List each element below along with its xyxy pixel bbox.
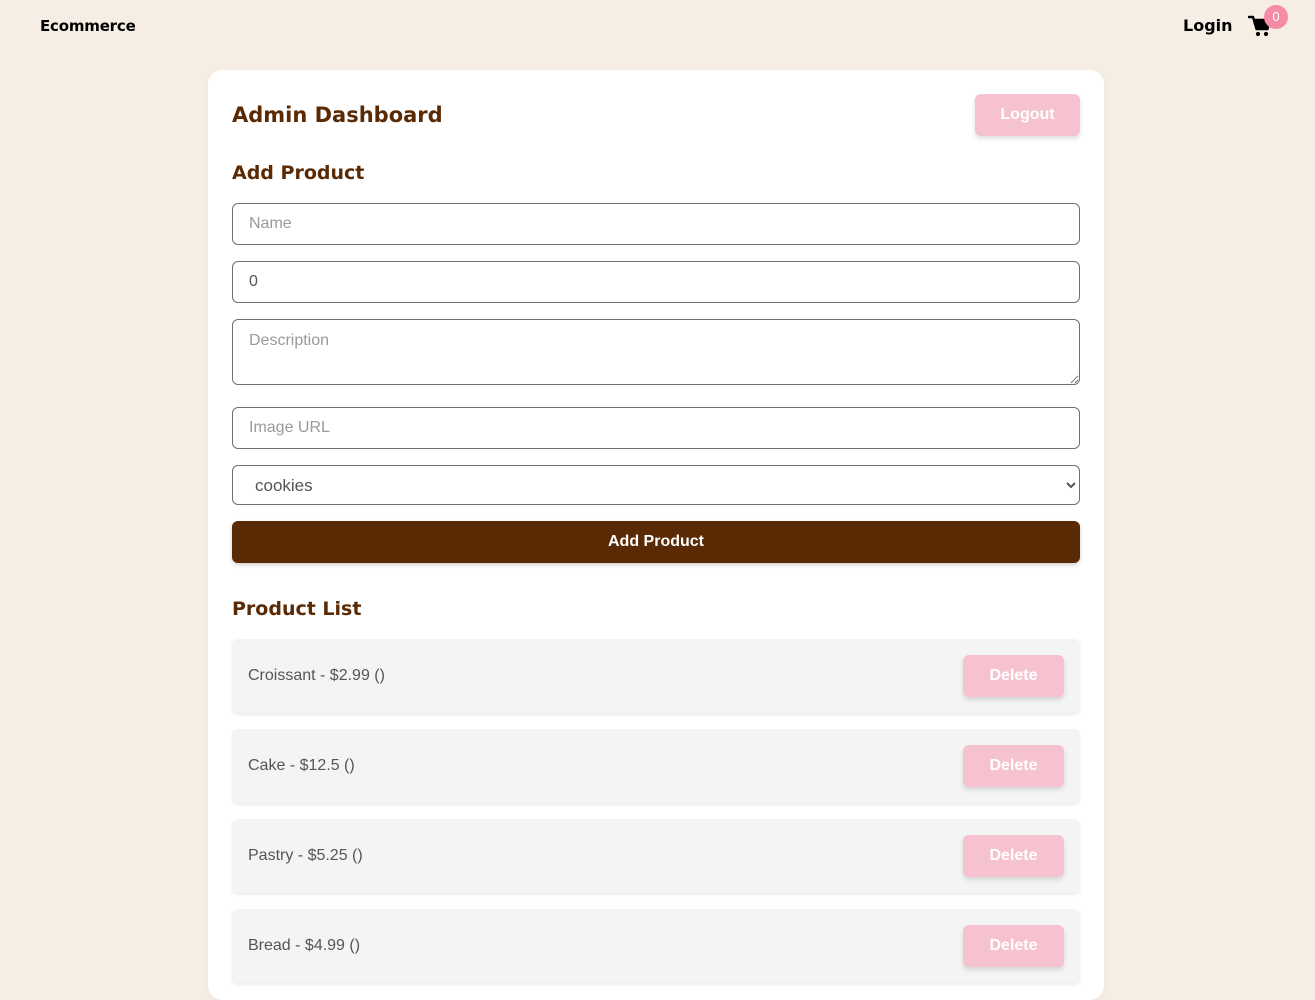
delete-product-button[interactable]: Delete (963, 745, 1064, 787)
add-product-button[interactable]: Add Product (232, 521, 1080, 563)
logout-button[interactable]: Logout (975, 94, 1080, 136)
navbar: Ecommerce Login 0 (0, 0, 1315, 54)
product-item-text: Bread - $4.99 () (248, 937, 361, 954)
product-list-item: Pastry - $5.25 () Delete (232, 819, 1080, 893)
product-price-input[interactable] (232, 261, 1080, 303)
product-list-heading: Product List (232, 598, 362, 620)
product-item-text: Croissant - $2.99 () (248, 667, 385, 684)
category-select[interactable]: cookies (232, 465, 1080, 505)
brand-logo[interactable]: Ecommerce (40, 17, 136, 35)
login-link[interactable]: Login (1183, 16, 1233, 35)
delete-product-button[interactable]: Delete (963, 655, 1064, 697)
delete-product-button[interactable]: Delete (963, 925, 1064, 967)
product-item-text: Pastry - $5.25 () (248, 847, 363, 864)
product-list-item: Croissant - $2.99 () Delete (232, 639, 1080, 713)
delete-product-button[interactable]: Delete (963, 835, 1064, 877)
admin-dashboard-card: Admin Dashboard Logout Add Product cooki… (208, 70, 1104, 1000)
product-image-url-input[interactable] (232, 407, 1080, 449)
product-list-item: Bread - $4.99 () Delete (232, 909, 1080, 983)
product-list-item: Cake - $12.5 () Delete (232, 729, 1080, 803)
product-item-text: Cake - $12.5 () (248, 757, 355, 774)
add-product-heading: Add Product (232, 162, 365, 184)
product-name-input[interactable] (232, 203, 1080, 245)
cart-button[interactable]: 0 (1248, 5, 1288, 38)
page-title: Admin Dashboard (232, 103, 443, 127)
cart-count-badge: 0 (1264, 5, 1288, 29)
product-description-textarea[interactable] (232, 319, 1080, 385)
